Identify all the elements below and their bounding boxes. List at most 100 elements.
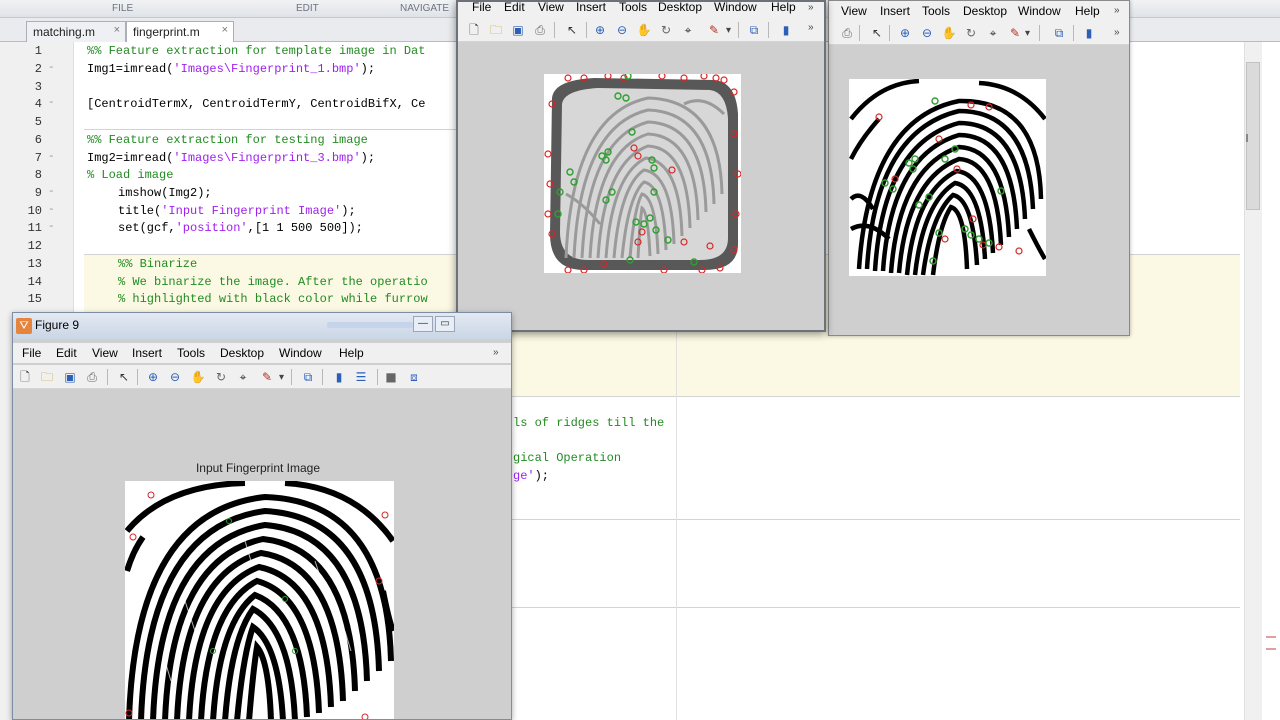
- link-plot-icon[interactable]: ⧉: [1051, 25, 1067, 41]
- menu-help[interactable]: Help: [339, 346, 364, 360]
- code-line-6[interactable]: %% Feature extraction for testing image: [87, 133, 368, 147]
- data-cursor-icon[interactable]: ⌖: [680, 22, 696, 38]
- chevron-down-icon[interactable]: ▾: [1025, 28, 1030, 39]
- close-icon[interactable]: ×: [114, 24, 120, 36]
- chevron-down-icon[interactable]: ▾: [279, 372, 284, 383]
- menu-window[interactable]: Window: [1018, 4, 1061, 18]
- menu-view[interactable]: View: [841, 4, 867, 18]
- code-line-7[interactable]: Img2=imread('Images\Fingerprint_3.bmp');: [87, 151, 375, 165]
- maximize-button[interactable]: ▭: [435, 316, 455, 332]
- pointer-icon[interactable]: ↖: [564, 22, 580, 38]
- menu-desktop[interactable]: Desktop: [220, 346, 264, 360]
- figure-window-a[interactable]: File Edit View Insert Tools Desktop Wind…: [456, 0, 826, 332]
- code-line-2[interactable]: Img1=imread('Images\Fingerprint_1.bmp');: [87, 62, 375, 76]
- zoom-in-icon[interactable]: ⊕: [145, 369, 161, 385]
- tab-matching[interactable]: matching.m ×: [26, 21, 126, 42]
- code-line-14[interactable]: % We binarize the image. After the opera…: [118, 275, 428, 289]
- save-icon[interactable]: ▣: [62, 369, 78, 385]
- menu-help[interactable]: Help: [1075, 4, 1100, 18]
- more-icon[interactable]: »: [808, 22, 814, 33]
- warning-marker[interactable]: [1266, 636, 1276, 638]
- zoom-out-icon[interactable]: ⊖: [614, 22, 630, 38]
- code-line-4[interactable]: [CentroidTermX, CentroidTermY, CentroidB…: [87, 97, 425, 111]
- figure-9-titlebar[interactable]: ⛛ Figure 9 — ▭: [13, 313, 511, 339]
- close-icon[interactable]: ×: [222, 24, 228, 36]
- chevron-down-icon[interactable]: ▾: [726, 25, 731, 36]
- menu-help[interactable]: Help: [771, 2, 796, 14]
- zoom-in-icon[interactable]: ⊕: [592, 22, 608, 38]
- more-icon[interactable]: »: [1114, 27, 1120, 38]
- code-line-15[interactable]: % highlighted with black color while fur…: [118, 292, 428, 306]
- more-icon[interactable]: »: [808, 2, 814, 13]
- link-plot-icon[interactable]: ⧉: [746, 22, 762, 38]
- code-line-1[interactable]: %% Feature extraction for template image…: [87, 44, 425, 58]
- new-figure-icon[interactable]: 🗋: [466, 22, 482, 38]
- rotate-3d-icon[interactable]: ↻: [213, 369, 229, 385]
- show-plot-tools-icon[interactable]: ⧈: [406, 369, 422, 385]
- menu-desktop[interactable]: Desktop: [963, 4, 1007, 18]
- code-fragment-ge[interactable]: ge');: [513, 469, 549, 483]
- menu-window[interactable]: Window: [714, 2, 757, 14]
- more-icon[interactable]: »: [493, 347, 499, 358]
- pointer-icon[interactable]: ↖: [869, 25, 885, 41]
- more-icon[interactable]: »: [1114, 5, 1120, 16]
- brush-icon[interactable]: ✎: [259, 369, 275, 385]
- print-icon[interactable]: ⎙: [84, 369, 100, 385]
- colorbar-icon[interactable]: ▮: [331, 369, 347, 385]
- menu-desktop[interactable]: Desktop: [658, 2, 702, 14]
- warning-marker[interactable]: [1266, 648, 1276, 650]
- menu-file[interactable]: File: [472, 2, 491, 14]
- menu-insert[interactable]: Insert: [132, 346, 162, 360]
- toolstrip-edit-label[interactable]: EDIT: [296, 3, 319, 14]
- hide-plot-tools-icon[interactable]: ■: [383, 369, 399, 385]
- pan-icon[interactable]: ✋: [941, 25, 957, 41]
- new-figure-icon[interactable]: 🗋: [17, 369, 33, 385]
- minimize-button[interactable]: —: [413, 316, 433, 332]
- colorbar-icon[interactable]: ▮: [1081, 25, 1097, 41]
- fingerprint-axes-9[interactable]: [125, 481, 394, 719]
- colorbar-icon[interactable]: ▮: [778, 22, 794, 38]
- open-file-icon[interactable]: 🗀: [488, 22, 504, 38]
- legend-icon[interactable]: ☰: [353, 369, 369, 385]
- link-plot-icon[interactable]: ⧉: [300, 369, 316, 385]
- figure-window-b[interactable]: View Insert Tools Desktop Window Help » …: [828, 0, 1130, 336]
- zoom-out-icon[interactable]: ⊖: [919, 25, 935, 41]
- code-line-13[interactable]: %% Binarize: [118, 257, 197, 271]
- open-file-icon[interactable]: 🗀: [39, 369, 55, 385]
- code-line-11[interactable]: set(gcf,'position',[1 1 500 500]);: [118, 221, 363, 235]
- menu-view[interactable]: View: [92, 346, 118, 360]
- brush-icon[interactable]: ✎: [706, 22, 722, 38]
- menu-tools[interactable]: Tools: [177, 346, 205, 360]
- tab-fingerprint[interactable]: fingerprint.m ×: [126, 21, 234, 42]
- rotate-3d-icon[interactable]: ↻: [658, 22, 674, 38]
- menu-edit[interactable]: Edit: [504, 2, 525, 14]
- menu-window[interactable]: Window: [279, 346, 322, 360]
- brush-icon[interactable]: ✎: [1007, 25, 1023, 41]
- zoom-in-icon[interactable]: ⊕: [897, 25, 913, 41]
- zoom-out-icon[interactable]: ⊖: [167, 369, 183, 385]
- menu-insert[interactable]: Insert: [576, 2, 606, 14]
- menu-view[interactable]: View: [538, 2, 564, 14]
- code-fragment-ridges[interactable]: ls of ridges till the: [513, 416, 664, 430]
- menu-tools[interactable]: Tools: [619, 2, 647, 14]
- menu-insert[interactable]: Insert: [880, 4, 910, 18]
- rotate-3d-icon[interactable]: ↻: [963, 25, 979, 41]
- code-line-9[interactable]: imshow(Img2);: [118, 186, 212, 200]
- data-cursor-icon[interactable]: ⌖: [235, 369, 251, 385]
- fingerprint-axes-b[interactable]: [849, 79, 1046, 276]
- save-icon[interactable]: ▣: [510, 22, 526, 38]
- code-line-8[interactable]: % Load image: [87, 168, 173, 182]
- menu-file[interactable]: File: [22, 346, 41, 360]
- print-icon[interactable]: ⎙: [532, 22, 548, 38]
- figure-window-9[interactable]: ⛛ Figure 9 — ▭ File Edit View Insert Too…: [12, 312, 512, 720]
- fingerprint-axes-a[interactable]: [544, 74, 741, 273]
- code-fragment-logical[interactable]: gical Operation: [513, 451, 621, 465]
- pan-icon[interactable]: ✋: [190, 369, 206, 385]
- toolstrip-file-label[interactable]: FILE: [112, 3, 133, 14]
- data-cursor-icon[interactable]: ⌖: [985, 25, 1001, 41]
- menu-edit[interactable]: Edit: [56, 346, 77, 360]
- pointer-icon[interactable]: ↖: [116, 369, 132, 385]
- code-line-10[interactable]: title('Input Fingerprint Image');: [118, 204, 356, 218]
- toolstrip-navigate-label[interactable]: NAVIGATE: [400, 3, 449, 14]
- print-icon[interactable]: ⎙: [839, 25, 855, 41]
